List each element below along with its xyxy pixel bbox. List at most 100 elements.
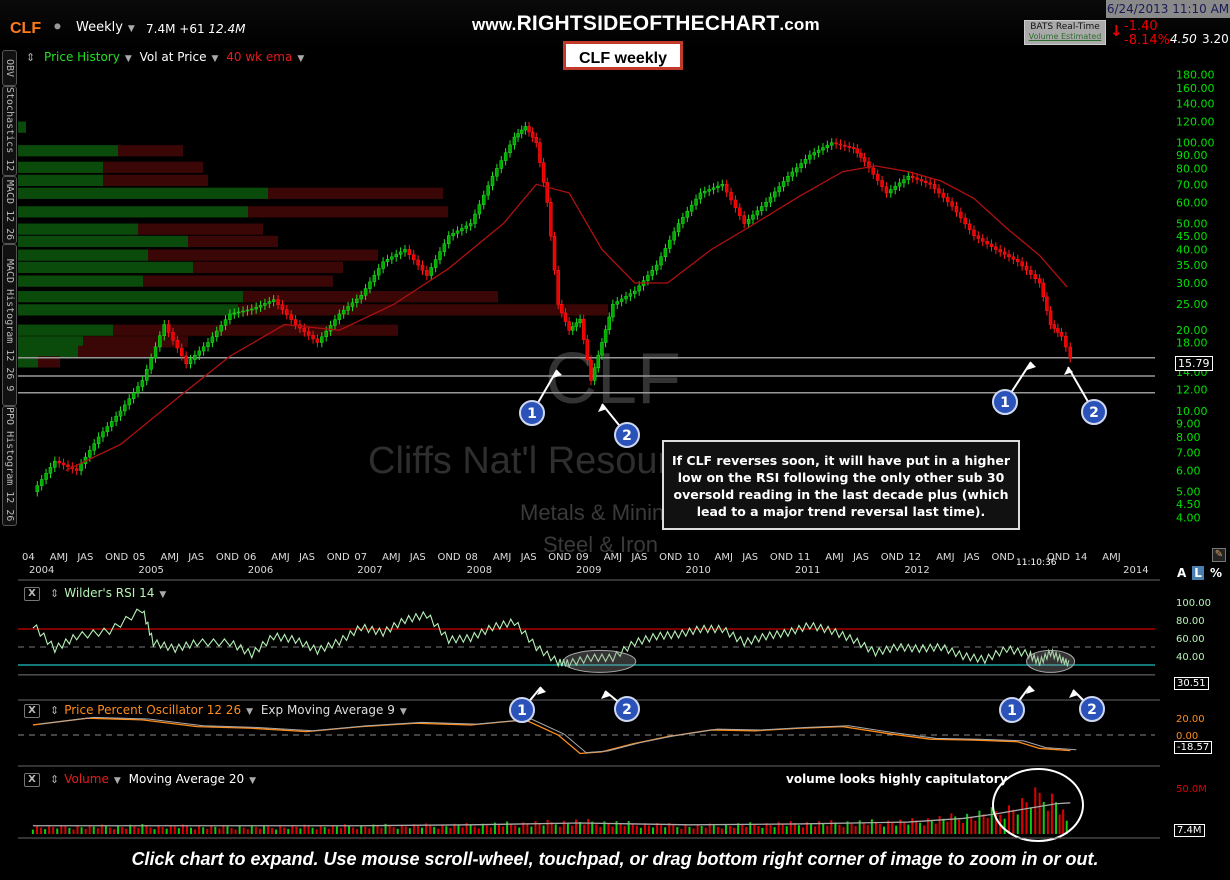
volume-bar (599, 826, 602, 834)
volume-bar (441, 824, 444, 834)
volume-bar (315, 829, 318, 834)
price-candle-body (460, 228, 464, 232)
price-candle-body (628, 293, 633, 297)
volume-bar (84, 828, 87, 834)
close-volume-button[interactable]: X (24, 772, 40, 787)
volume-bar (1038, 792, 1041, 834)
price-candle-body (508, 144, 512, 153)
price-tick-label: 40.00 (1176, 243, 1208, 256)
ppo-signal-label[interactable]: Exp Moving Average 9 (261, 703, 395, 717)
price-candle-body (724, 184, 729, 193)
price-candle-body (346, 306, 350, 311)
price-candle-body (79, 463, 83, 471)
volume-bar (938, 815, 941, 834)
scale-button-percent[interactable]: % (1208, 566, 1224, 580)
volume-bar (473, 826, 476, 834)
pencil-icon[interactable]: ✎ (1212, 548, 1226, 562)
rsi-label[interactable]: Wilder's RSI 14 (64, 586, 154, 600)
volume-bar (246, 829, 249, 834)
volume-bar (1062, 809, 1065, 834)
volume-bar (437, 828, 440, 834)
volume-bar (838, 824, 841, 834)
month-tick-label: AMJ (604, 552, 622, 563)
volume-label[interactable]: Volume (64, 772, 109, 786)
month-tick-label: AMJ (50, 552, 68, 563)
volume-bar (1007, 805, 1010, 834)
volume-bar (1058, 814, 1061, 834)
price-candle-body (302, 327, 307, 332)
volume-legend: X ⇕ Volume ▼ Moving Average 20 ▼ (24, 772, 256, 787)
month-tick-label: 11 (798, 552, 811, 563)
volume-bar (773, 827, 776, 834)
month-tick-label: AMJ (382, 552, 400, 563)
volume-bar (121, 826, 124, 834)
price-candle-body (821, 147, 825, 151)
volume-bar (44, 829, 47, 834)
volume-bar (112, 829, 115, 834)
chevron-down-icon[interactable]: ▼ (249, 776, 256, 786)
price-candle-body (101, 431, 105, 438)
volume-bar (676, 826, 679, 834)
volume-bar (177, 828, 180, 834)
chevron-down-icon[interactable]: ▼ (114, 776, 121, 786)
price-candle-body (359, 295, 363, 300)
resize-icon[interactable]: ⇕ (50, 773, 59, 786)
volume-ma-label[interactable]: Moving Average 20 (129, 772, 245, 786)
volume-bar (907, 824, 910, 834)
price-tick-label: 60.00 (1176, 196, 1208, 209)
price-candle-body (574, 322, 579, 327)
month-tick-label: OND (548, 552, 571, 563)
price-tick-label: 4.50 (1176, 498, 1201, 511)
price-candle-body (812, 152, 816, 156)
price-tick-label: 20.00 (1176, 324, 1208, 337)
price-candle-body (980, 238, 985, 242)
price-candle-body (455, 230, 460, 234)
volume-bar (481, 823, 484, 834)
year-tick-label: 2012 (904, 565, 929, 576)
price-tick-label: 50.00 (1176, 217, 1208, 230)
marker-label: 1 (1000, 395, 1010, 411)
price-candle-body (937, 188, 941, 194)
price-candle-body (619, 298, 624, 302)
price-candle-body (906, 176, 911, 180)
scale-button-auto[interactable]: A (1175, 566, 1188, 580)
volume-bar (769, 825, 772, 834)
volume-bar (958, 819, 961, 834)
footer-instructions: Click chart to expand. Use mouse scroll-… (0, 842, 1230, 880)
price-candle-body (166, 324, 171, 333)
chevron-down-icon[interactable]: ▼ (400, 707, 407, 717)
volume-bar (388, 825, 391, 834)
price-candle-body (880, 180, 884, 187)
price-candle-body (1007, 254, 1011, 258)
price-candle-body (615, 301, 620, 305)
volume-bar (238, 826, 241, 834)
vap-buy-bar (18, 174, 103, 186)
scale-button-log[interactable]: L (1192, 566, 1204, 580)
close-rsi-button[interactable]: X (24, 586, 40, 601)
ppo-label[interactable]: Price Percent Oscillator 12 26 (64, 703, 241, 717)
marker-label: 1 (527, 406, 537, 422)
chevron-down-icon[interactable]: ▼ (159, 590, 166, 600)
volume-bar (299, 828, 302, 834)
volume-bar (35, 826, 38, 834)
price-candle-body (871, 167, 876, 175)
price-candle-body (733, 199, 738, 209)
price-candle-body (794, 167, 799, 173)
price-candle-body (755, 210, 760, 216)
chevron-down-icon[interactable]: ▼ (246, 707, 253, 717)
price-candle-body (285, 309, 289, 315)
price-candle-body (777, 186, 781, 193)
price-candle-body (311, 335, 315, 340)
year-tick-label: 2007 (357, 565, 382, 576)
volume-bar (133, 826, 136, 834)
volume-bar (643, 823, 646, 834)
price-candle-body (263, 303, 267, 306)
month-tick-label: AMJ (936, 552, 954, 563)
resize-icon[interactable]: ⇕ (50, 704, 59, 717)
price-candle-body (210, 336, 215, 343)
price-candle-body (215, 330, 219, 338)
price-tick-label: 9.00 (1176, 417, 1201, 430)
close-ppo-button[interactable]: X (24, 703, 40, 718)
resize-icon[interactable]: ⇕ (50, 587, 59, 600)
price-candle-body (1029, 270, 1033, 275)
